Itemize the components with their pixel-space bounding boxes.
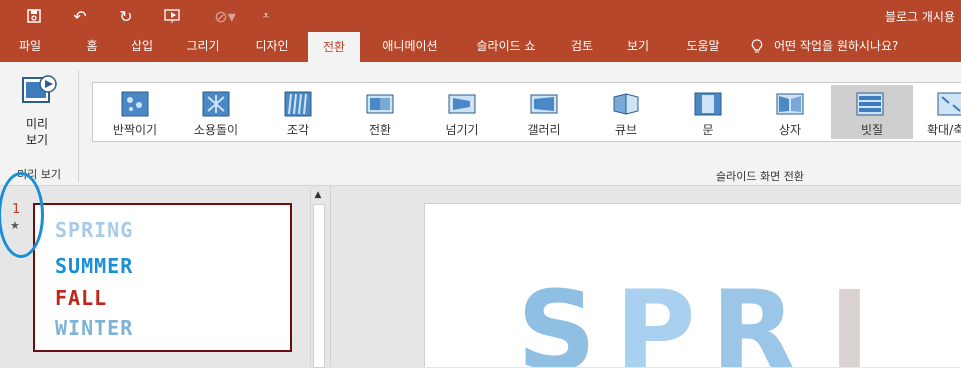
scroll-up-arrow-icon[interactable]: ▲ (311, 188, 325, 202)
lightbulb-icon[interactable] (748, 32, 766, 62)
transition-zoom[interactable]: 확대/축 (915, 85, 961, 139)
main-slide[interactable]: S P R I (424, 203, 961, 367)
thumb-line-spring: SPRING (55, 218, 134, 242)
group-separator (78, 70, 79, 182)
document-title: 블로그 개시용 (884, 10, 955, 24)
transitions-group-label: 슬라이드 화면 전환 (716, 170, 804, 183)
tab-help[interactable]: 도움말 (674, 32, 732, 62)
flip-icon (448, 91, 476, 117)
slide-letter-i: I (829, 267, 870, 367)
slide-letter-r: R (711, 267, 796, 367)
gallery-icon (530, 91, 558, 117)
transitions-gallery: 반짝이기 소용돌이 조각 전환 넘기기 갤러리 큐브 문 상자 빗질 확대/축 (92, 82, 961, 142)
undo-icon[interactable]: ↶ (70, 6, 90, 26)
zoom-icon (937, 91, 961, 117)
tell-me-search[interactable]: 어떤 작업을 원하시나요? (774, 32, 918, 62)
tab-review[interactable]: 검토 (560, 32, 604, 62)
box-icon (776, 91, 804, 117)
transition-label: 전환 (368, 123, 392, 137)
tab-transitions[interactable]: 전환 (308, 32, 360, 63)
slide-thumbnail[interactable]: SPRING SUMMER FALL WINTER (33, 203, 292, 352)
tab-insert[interactable]: 삽입 (118, 32, 166, 62)
shimmer-icon (121, 91, 149, 117)
transition-flip[interactable]: 넘기기 (423, 85, 501, 139)
tab-file[interactable]: 파일 (0, 32, 60, 62)
transition-vortex[interactable]: 소용돌이 (177, 85, 255, 139)
scroll-thumb[interactable] (313, 204, 325, 368)
vortex-icon (202, 91, 230, 117)
transition-shimmer[interactable]: 반짝이기 (96, 85, 174, 139)
doors-icon (694, 91, 722, 117)
tab-view[interactable]: 보기 (616, 32, 660, 62)
transition-gallery[interactable]: 갤러리 (505, 85, 583, 139)
tab-design[interactable]: 디자인 (244, 32, 300, 62)
transition-label: 갤러리 (527, 123, 561, 137)
transition-switch[interactable]: 전환 (341, 85, 419, 139)
ribbon-tabs: 파일 홈 삽입 그리기 디자인 전환 애니메이션 슬라이드 쇼 검토 보기 도움… (0, 32, 961, 63)
transition-label: 조각 (286, 123, 310, 137)
annotation-circle (0, 172, 44, 258)
transition-label: 소용돌이 (193, 123, 239, 137)
transition-label: 넘기기 (445, 123, 479, 137)
transition-label: 문 (702, 123, 714, 137)
transition-label: 큐브 (614, 123, 638, 137)
switch-icon (366, 91, 394, 117)
transition-label: 빗질 (860, 123, 884, 137)
preview-icon (22, 74, 57, 104)
transition-box[interactable]: 상자 (751, 85, 829, 139)
tab-slideshow[interactable]: 슬라이드 쇼 (462, 32, 550, 62)
start-from-beginning-icon[interactable] (163, 6, 183, 26)
transition-shred[interactable]: 조각 (259, 85, 337, 139)
transition-doors[interactable]: 문 (669, 85, 747, 139)
title-bar: ↶ ↻ ⊘▾ ⩡ 블로그 개시용 (0, 0, 961, 32)
slide-letter-s: S (517, 267, 597, 367)
transition-label: 확대/축 (927, 123, 961, 137)
cube-icon (612, 91, 640, 117)
transition-label: 반짝이기 (112, 123, 158, 137)
thumb-line-winter: WINTER (55, 316, 134, 340)
preview-label: 미리 보기 (25, 117, 49, 147)
save-icon[interactable] (24, 6, 44, 26)
slides-scrollbar[interactable]: ▲ (310, 188, 325, 368)
preview-button[interactable]: 미리 보기 (14, 70, 60, 150)
tab-draw[interactable]: 그리기 (175, 32, 231, 62)
redo-icon[interactable]: ↻ (116, 6, 136, 26)
customize-qat-icon[interactable]: ⩡ (256, 6, 276, 26)
slide-letter-p: P (615, 267, 696, 367)
transition-label: 상자 (778, 123, 802, 137)
comb-icon (856, 91, 884, 117)
tab-animations[interactable]: 애니메이션 (370, 32, 450, 62)
transition-comb[interactable]: 빗질 (831, 85, 913, 139)
transition-cube[interactable]: 큐브 (587, 85, 665, 139)
tab-home[interactable]: 홈 (72, 32, 112, 62)
thumb-line-fall: FALL (55, 286, 108, 310)
thumb-line-summer: SUMMER (55, 254, 134, 278)
touch-mode-icon[interactable]: ⊘▾ (210, 6, 240, 26)
shred-icon (284, 91, 312, 117)
